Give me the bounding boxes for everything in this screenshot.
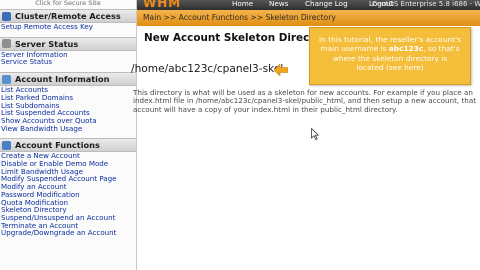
section-cluster-remote-access: Cluster/Remote Access Setup Remote Acces… [0, 7, 136, 35]
callout-line-2: main username is abc123c, so that's [310, 44, 470, 53]
left-arrow-icon [274, 64, 288, 76]
whm-logo[interactable]: WHM [143, 0, 181, 10]
callout-text: , so that's [423, 44, 460, 54]
account-information-icon [2, 74, 11, 84]
callout-username: abc123c [388, 44, 424, 54]
callout-text: main username is [320, 44, 389, 54]
server-info: CentOS Enterprise 5.8 i686 - WHM X v3.1.… [372, 0, 480, 8]
section-header-cluster[interactable]: Cluster/Remote Access [0, 9, 136, 23]
section-account-functions: Account Functions Create a New Account D… [0, 136, 136, 241]
section-title: Account Functions [15, 140, 100, 151]
section-server-status: Server Status Server Information Service… [0, 35, 136, 70]
server-status-icon [2, 39, 11, 49]
breadcrumb[interactable]: Main >> Account Functions >> Skeleton Di… [143, 13, 336, 22]
section-header-server-status[interactable]: Server Status [0, 36, 136, 51]
callout-line-4: located (see here) [356, 62, 424, 72]
section-title: Server Status [15, 38, 79, 49]
description: This directory is what will be used as a… [133, 88, 479, 114]
sidebar: Click for Secure Site Cluster/Remote Acc… [0, 0, 137, 270]
section-account-information: Account Information List Accounts List P… [0, 70, 136, 136]
callout-line-3: where the skeleton directory is [332, 53, 448, 63]
nav-change-log[interactable]: Change Log [305, 0, 348, 8]
mouse-cursor-icon [311, 128, 319, 140]
section-title: Account Information [15, 74, 110, 85]
sidebar-item-setup-remote-access-key[interactable]: Setup Remote Access Key [0, 23, 136, 31]
page-title: New Account Skeleton Directory [144, 32, 334, 44]
breadcrumb-bar: Main >> Account Functions >> Skeleton Di… [137, 10, 480, 26]
nav-news[interactable]: News [269, 0, 288, 8]
account-functions-icon [2, 140, 11, 150]
section-title: Cluster/Remote Access [15, 11, 121, 21]
sidebar-item-view-bandwidth-usage[interactable]: View Bandwidth Usage [0, 124, 136, 133]
section-header-account-functions[interactable]: Account Functions [0, 138, 136, 153]
whm-window: Click for Secure Site Cluster/Remote Acc… [0, 0, 480, 270]
section-header-account-information[interactable]: Account Information [0, 72, 136, 87]
cluster-icon [2, 11, 11, 21]
nav-home[interactable]: Home [232, 0, 253, 8]
sidebar-item-service-status[interactable]: Service Status [0, 58, 136, 66]
tutorial-callout: In this tutorial, the reseller's account… [309, 27, 471, 85]
skeleton-path: /home/abc123c/cpanel3-skel [131, 63, 284, 75]
callout-line-1: In this tutorial, the reseller's account… [319, 35, 461, 44]
secure-site-link[interactable]: Click for Secure Site [0, 0, 136, 7]
sidebar-item-upgrade-downgrade[interactable]: Upgrade/Downgrade an Account [0, 229, 136, 237]
description-line: account will have a copy of your index.h… [133, 104, 398, 114]
